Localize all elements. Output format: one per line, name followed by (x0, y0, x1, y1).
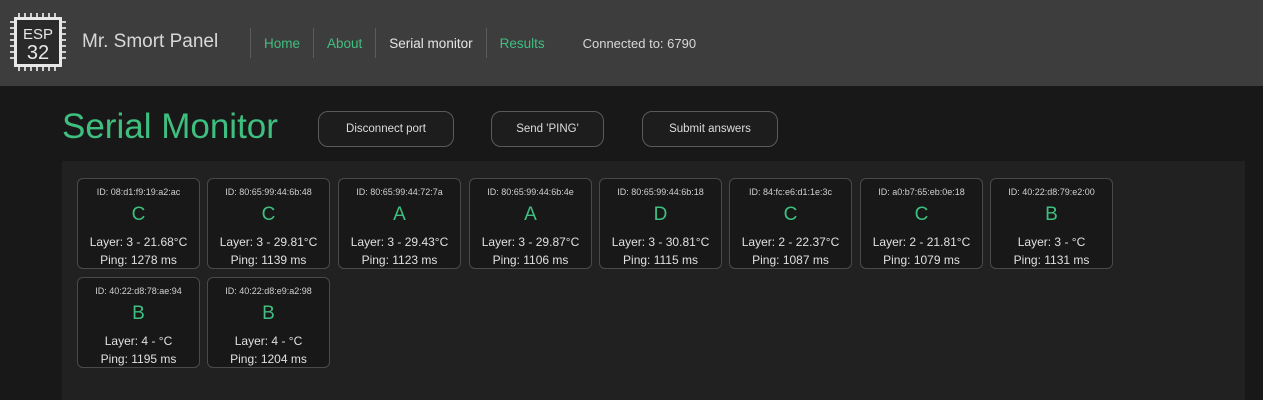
device-layer: Layer: 3 - 30.81°C (611, 235, 710, 249)
nav-menu: Home About Serial monitor Results Connec… (250, 28, 696, 58)
device-ping: Ping: 1123 ms (361, 253, 438, 267)
device-answer: B (262, 303, 275, 324)
navbar: ESP 32 Mr. Smort Panel Home About Serial… (0, 0, 1263, 86)
connection-status: Connected to: 6790 (582, 35, 697, 51)
device-answer: C (131, 204, 146, 225)
device-answer: A (393, 204, 406, 225)
device-id: ID: 80:65:99:44:6b:18 (617, 187, 704, 197)
device-card: ID: 80:65:99:44:6b:48 C Layer: 3 - 29.81… (207, 178, 330, 269)
device-layer: Layer: 2 - 21.81°C (872, 235, 971, 249)
device-answer: C (261, 204, 276, 225)
nav-results[interactable]: Results (485, 28, 569, 58)
device-card: ID: 80:65:99:44:6b:4e A Layer: 3 - 29.87… (469, 178, 592, 269)
devices-panel: ID: 08:d1:f9:19:a2:ac C Layer: 3 - 21.68… (62, 161, 1245, 400)
device-answer: C (914, 204, 929, 225)
device-ping: Ping: 1131 ms (1013, 253, 1090, 267)
device-id: ID: 40:22:d8:79:e2:00 (1008, 187, 1095, 197)
device-layer: Layer: 3 - 29.87°C (481, 235, 580, 249)
device-id: ID: a0:b7:65:eb:0e:18 (878, 187, 965, 197)
device-card: ID: 08:d1:f9:19:a2:ac C Layer: 3 - 21.68… (77, 178, 200, 269)
device-answer: D (653, 204, 668, 225)
device-card: ID: 84:fc:e6:d1:1e:3c C Layer: 2 - 22.37… (729, 178, 852, 269)
device-card: ID: 40:22:d8:e9:a2:98 B Layer: 4 - °C Pi… (207, 277, 330, 368)
device-card: ID: 80:65:99:44:6b:18 D Layer: 3 - 30.81… (599, 178, 722, 269)
device-ping: Ping: 1106 ms (492, 253, 569, 267)
send-ping-button[interactable]: Send 'PING' (491, 111, 604, 147)
device-answer: C (783, 204, 798, 225)
nav-serial-monitor[interactable]: Serial monitor (375, 28, 485, 58)
device-layer: Layer: 4 - °C (104, 334, 173, 348)
device-answer: B (132, 303, 145, 324)
device-layer: Layer: 3 - °C (1017, 235, 1086, 249)
device-id: ID: 40:22:d8:e9:a2:98 (225, 286, 312, 296)
device-id: ID: 80:65:99:44:6b:4e (487, 187, 574, 197)
device-answer: A (524, 204, 537, 225)
device-card: ID: a0:b7:65:eb:0e:18 C Layer: 2 - 21.81… (860, 178, 983, 269)
device-ping: Ping: 1079 ms (883, 253, 960, 267)
device-ping: Ping: 1278 ms (100, 253, 177, 267)
svg-text:ESP: ESP (23, 26, 53, 43)
device-id: ID: 08:d1:f9:19:a2:ac (96, 187, 181, 197)
device-id: ID: 84:fc:e6:d1:1e:3c (748, 187, 833, 197)
nav-home[interactable]: Home (250, 28, 313, 58)
device-id: ID: 80:65:99:44:72:7a (356, 187, 443, 197)
page-title: Serial Monitor (62, 107, 278, 146)
device-id: ID: 80:65:99:44:6b:48 (225, 187, 312, 197)
device-id: ID: 40:22:d8:78:ae:94 (95, 286, 182, 296)
device-layer: Layer: 2 - 22.37°C (741, 235, 840, 249)
svg-text:32: 32 (27, 42, 49, 64)
device-ping: Ping: 1087 ms (752, 253, 829, 267)
device-layer: Layer: 3 - 29.81°C (219, 235, 318, 249)
esp32-chip-logo[interactable]: ESP 32 (10, 13, 66, 71)
device-card: ID: 80:65:99:44:72:7a A Layer: 3 - 29.43… (338, 178, 461, 269)
device-card: ID: 40:22:d8:79:e2:00 B Layer: 3 - °C Pi… (990, 178, 1113, 269)
brand-title: Mr. Smort Panel (82, 31, 219, 52)
device-card: ID: 40:22:d8:78:ae:94 B Layer: 4 - °C Pi… (77, 277, 200, 368)
disconnect-port-button[interactable]: Disconnect port (318, 111, 454, 147)
device-answer: B (1045, 204, 1058, 225)
device-layer: Layer: 3 - 29.43°C (350, 235, 449, 249)
submit-answers-button[interactable]: Submit answers (642, 111, 778, 147)
device-ping: Ping: 1195 ms (100, 352, 177, 366)
device-layer: Layer: 4 - °C (234, 334, 303, 348)
nav-about[interactable]: About (313, 28, 375, 58)
device-layer: Layer: 3 - 21.68°C (89, 235, 188, 249)
device-ping: Ping: 1115 ms (623, 253, 698, 267)
device-ping: Ping: 1204 ms (230, 352, 307, 366)
device-ping: Ping: 1139 ms (230, 253, 307, 267)
